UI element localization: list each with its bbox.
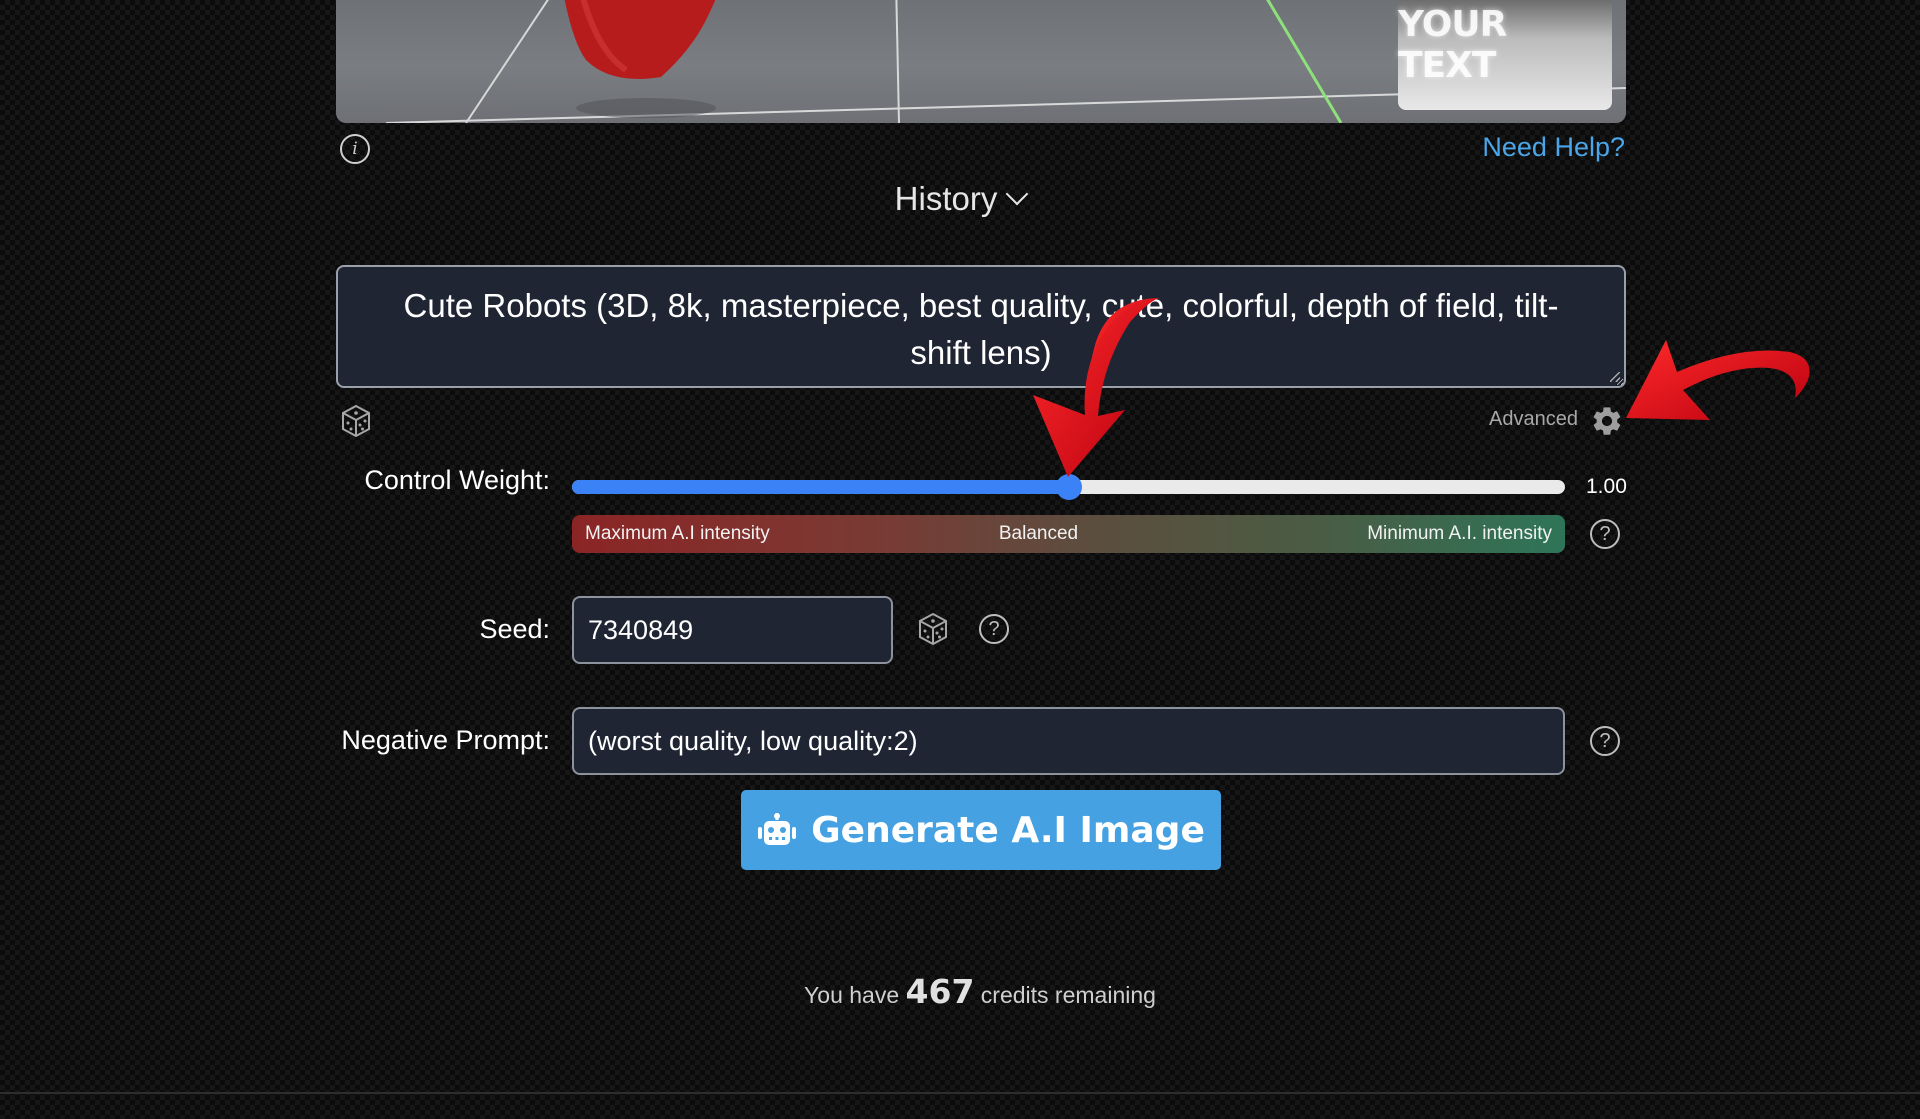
dice-icon [919,612,947,646]
advanced-settings-label[interactable]: Advanced [1489,408,1578,431]
seed-help-icon[interactable]: ? [979,614,1009,644]
seed-input[interactable]: 7340849 [572,596,893,664]
control-weight-value: 1.00 [1586,475,1627,498]
credits-count: 467 [905,972,975,1011]
advanced-settings-button[interactable] [1590,404,1624,443]
grid-line [465,0,549,123]
prompt-text: Cute Robots (3D, 8k, masterpiece, best q… [403,287,1559,371]
negative-prompt-input[interactable]: (worst quality, low quality:2) [572,707,1565,775]
robot-icon [758,813,797,845]
control-weight-help-icon[interactable]: ? [1590,519,1620,549]
scale-right-label: Minimum A.I. intensity [1367,523,1552,544]
gear-icon [1593,407,1621,435]
axis-line [1266,0,1343,123]
seed-label: Seed: [479,614,550,644]
slider-thumb[interactable] [1055,474,1082,500]
history-label: History [894,180,998,217]
thumbnail-text: YOUR TEXT [1398,4,1507,86]
negative-prompt-value: (worst quality, low quality:2) [588,725,918,756]
seed-value: 7340849 [588,614,694,645]
credits-suffix: credits remaining [980,982,1156,1008]
scale-middle-label: Balanced [998,523,1079,544]
resize-handle[interactable] [1610,372,1620,382]
slider-fill [572,480,1069,494]
randomize-seed-button[interactable] [917,612,949,651]
control-weight-label: Control Weight: [364,465,550,495]
negative-prompt-help-icon[interactable]: ? [1590,726,1620,756]
generate-image-button[interactable]: Generate A.I Image [741,790,1221,870]
credits-remaining: You have 467 credits remaining [0,972,1920,1011]
object-shadow [576,98,716,118]
credits-prefix: You have [804,982,900,1008]
depth-map-thumbnail[interactable]: YOUR TEXT [1398,0,1612,110]
arrow-to-gear-icon [1626,340,1810,420]
scale-left-label: Maximum A.I intensity [585,523,770,544]
control-weight-slider[interactable] [572,474,1565,500]
info-icon[interactable]: i [340,134,370,164]
negative-prompt-label: Negative Prompt: [341,725,550,755]
intensity-scale: Maximum A.I intensity Balanced Minimum A… [572,515,1565,553]
grid-line [895,0,900,123]
randomize-prompt-button[interactable] [340,404,372,443]
history-toggle[interactable]: History [0,180,1920,218]
annotation-arrows [1033,298,1810,477]
3d-preview-viewport[interactable]: YOUR TEXT [336,0,1626,123]
dice-icon [342,404,370,438]
need-help-link[interactable]: Need Help? [1482,132,1625,163]
prompt-textarea[interactable]: Cute Robots (3D, 8k, masterpiece, best q… [336,265,1626,388]
chevron-down-icon [1006,182,1029,206]
generate-button-label: Generate A.I Image [811,809,1205,851]
footer-divider [0,1092,1920,1094]
